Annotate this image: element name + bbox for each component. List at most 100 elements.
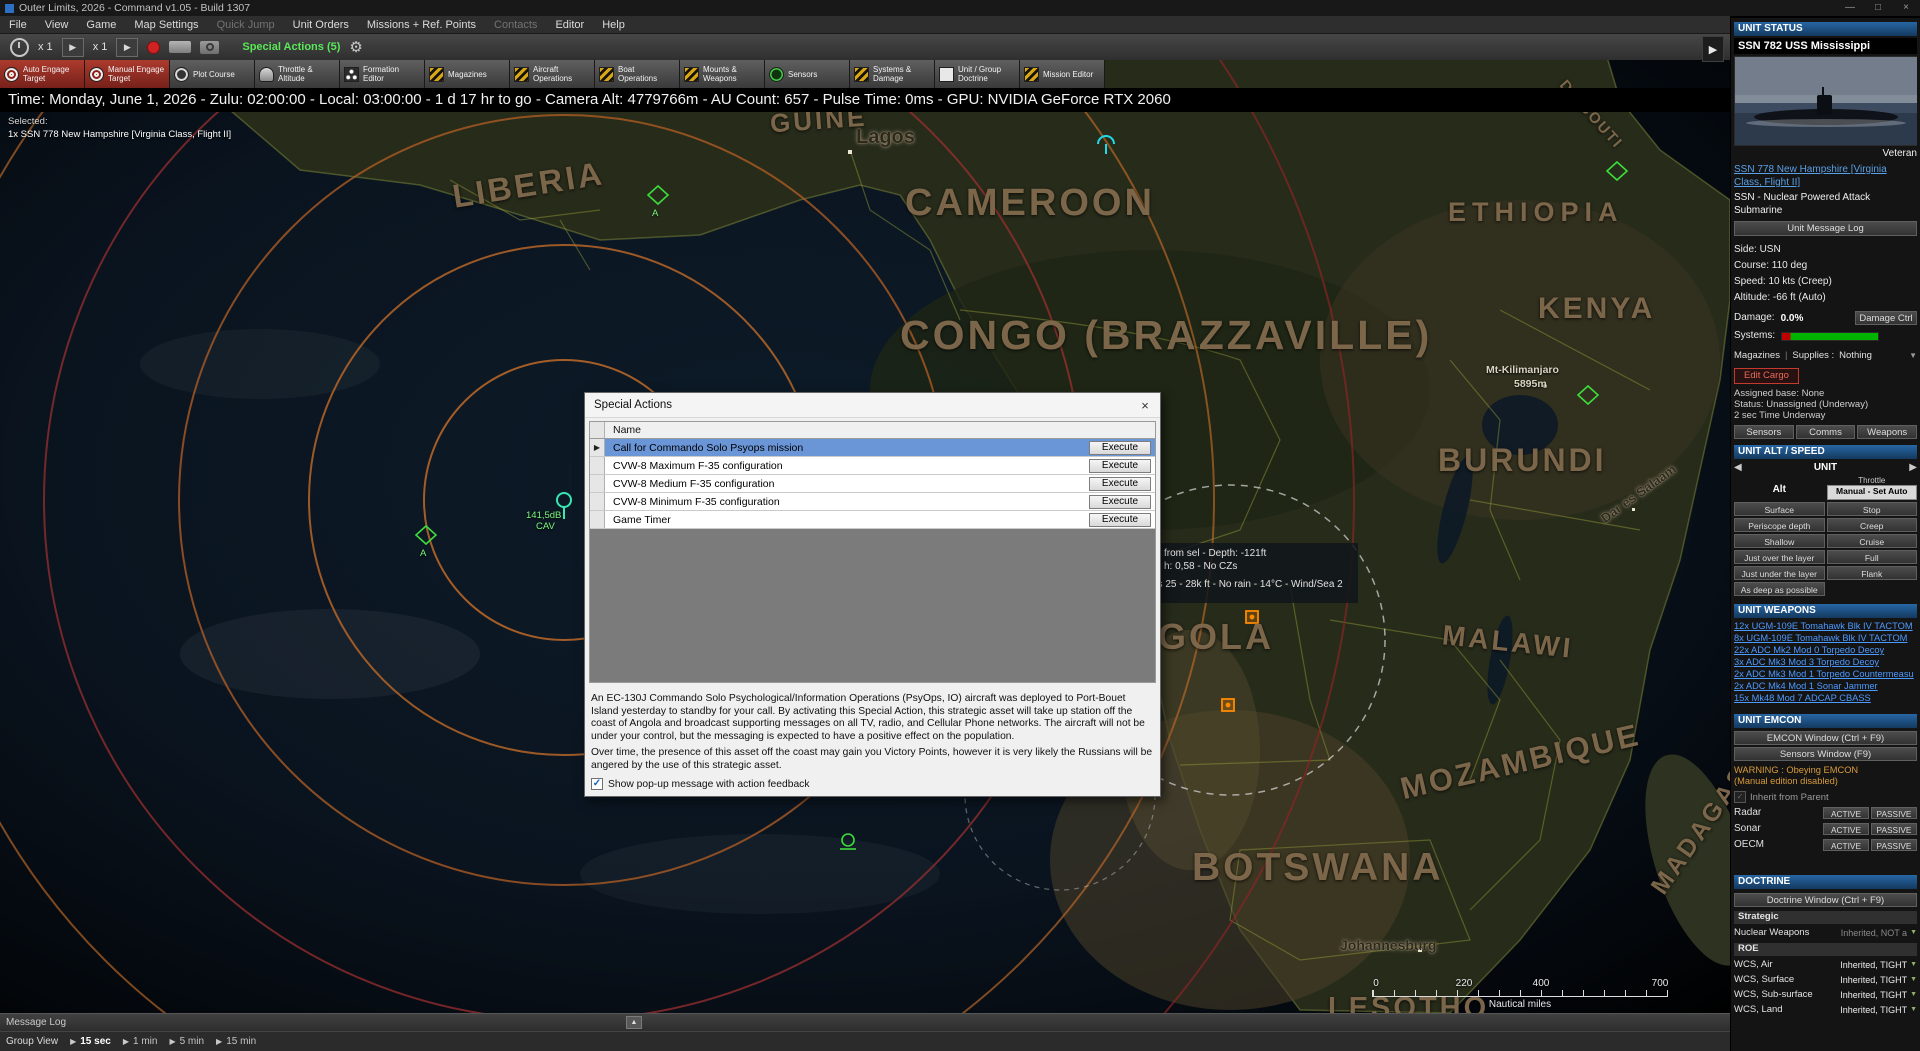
alt-button-surface[interactable]: Surface xyxy=(1734,502,1825,516)
manual-set-auto-button[interactable]: Manual - Set Auto xyxy=(1827,485,1918,500)
inherit-checkbox[interactable]: ✓ xyxy=(1734,791,1746,803)
expand-log-button[interactable]: ▲ xyxy=(626,1016,642,1029)
sonar-active-button[interactable]: ACTIVE xyxy=(1823,823,1869,835)
vehicle-icon[interactable] xyxy=(169,41,191,53)
alt-button-shallow[interactable]: Shallow xyxy=(1734,534,1825,548)
dialog-title-bar[interactable]: Special Actions × xyxy=(585,393,1160,418)
play-button[interactable]: ▶ xyxy=(62,38,84,57)
special-action-row[interactable]: CVW-8 Medium F-35 configuration Execute xyxy=(590,475,1155,493)
nuclear-weapons-row[interactable]: Nuclear Weapons Inherited, NOT a ▼ xyxy=(1734,926,1917,939)
special-action-row[interactable]: Game Timer Execute xyxy=(590,511,1155,529)
alt-button-just-over-layer[interactable]: Just over the layer xyxy=(1734,550,1825,564)
special-action-row[interactable]: CVW-8 Maximum F-35 configuration Execute xyxy=(590,457,1155,475)
wcs-land-row[interactable]: WCS, Land Inherited, TIGHT ▼ xyxy=(1734,1003,1917,1016)
doctrine-window-button[interactable]: Doctrine Window (Ctrl + F9) xyxy=(1734,893,1917,907)
sensors-button[interactable]: Sensors xyxy=(1734,425,1794,439)
time-step-5min[interactable]: ▶ 5 min xyxy=(169,1036,204,1047)
throttle-button-stop[interactable]: Stop xyxy=(1827,502,1918,516)
time-compression-left[interactable]: x 1 xyxy=(38,41,53,53)
gear-icon[interactable]: ⚙ xyxy=(349,40,362,55)
unit-message-log-button[interactable]: Unit Message Log xyxy=(1734,221,1917,236)
weapon-link[interactable]: 3x ADC Mk3 Mod 3 Torpedo Decoy xyxy=(1734,656,1917,668)
menu-file[interactable]: File xyxy=(0,16,36,34)
menu-map-settings[interactable]: Map Settings xyxy=(125,16,207,34)
emcon-window-button[interactable]: EMCON Window (Ctrl + F9) xyxy=(1734,731,1917,745)
radar-passive-button[interactable]: PASSIVE xyxy=(1871,807,1917,819)
name-column-header[interactable]: Name xyxy=(605,422,1155,438)
execute-button[interactable]: Execute xyxy=(1089,495,1151,509)
alt-button-just-under-layer[interactable]: Just under the layer xyxy=(1734,566,1825,580)
execute-button[interactable]: Execute xyxy=(1089,459,1151,473)
feedback-checkbox-row[interactable]: ✓ Show pop-up message with action feedba… xyxy=(591,778,809,790)
message-log-bar[interactable]: Message Log ▲ xyxy=(0,1013,1730,1031)
oecm-passive-button[interactable]: PASSIVE xyxy=(1871,839,1917,851)
tab-boat-operations[interactable]: Boat Operations xyxy=(595,60,680,88)
weapons-button[interactable]: Weapons xyxy=(1857,425,1917,439)
feedback-checkbox[interactable]: ✓ xyxy=(591,778,603,790)
chevron-down-icon[interactable]: ▼ xyxy=(1910,976,1917,983)
tab-aircraft-operations[interactable]: Aircraft Operations xyxy=(510,60,595,88)
damage-ctrl-button[interactable]: Damage Ctrl xyxy=(1855,311,1917,325)
chevron-down-icon[interactable]: ▼ xyxy=(1910,961,1917,968)
tab-auto-engage-target[interactable]: Auto Engage Target xyxy=(0,60,85,88)
time-step-15sec[interactable]: ▶ 15 sec xyxy=(70,1036,111,1047)
throttle-button-flank[interactable]: Flank xyxy=(1827,566,1918,580)
sonar-passive-button[interactable]: PASSIVE xyxy=(1871,823,1917,835)
wcs-surface-row[interactable]: WCS, Surface Inherited, TIGHT ▼ xyxy=(1734,973,1917,986)
special-action-row[interactable]: ▶ Call for Commando Solo Psyops mission … xyxy=(590,439,1155,457)
alt-button-as-deep-as-possible[interactable]: As deep as possible xyxy=(1734,582,1825,596)
chevron-right-icon[interactable]: ▶ xyxy=(1909,462,1917,473)
time-step-15min[interactable]: ▶ 15 min xyxy=(216,1036,256,1047)
menu-editor[interactable]: Editor xyxy=(546,16,593,34)
inherit-from-parent-row[interactable]: ✓ Inherit from Parent xyxy=(1734,791,1917,803)
close-icon[interactable]: × xyxy=(1130,398,1160,413)
tab-formation-editor[interactable]: Formation Editor xyxy=(340,60,425,88)
menu-view[interactable]: View xyxy=(36,16,78,34)
menu-missions-ref-points[interactable]: Missions + Ref. Points xyxy=(358,16,485,34)
tab-unit-group-doctrine[interactable]: Unit / Group Doctrine xyxy=(935,60,1020,88)
wcs-subsurface-row[interactable]: WCS, Sub-surface Inherited, TIGHT ▼ xyxy=(1734,988,1917,1001)
weapon-link[interactable]: 2x ADC Mk3 Mod 1 Torpedo Countermeasu xyxy=(1734,668,1917,680)
step-play-button[interactable]: ▶ xyxy=(116,38,138,57)
time-step-1min[interactable]: ▶ 1 min xyxy=(123,1036,158,1047)
comms-button[interactable]: Comms xyxy=(1796,425,1856,439)
throttle-button-creep[interactable]: Creep xyxy=(1827,518,1918,532)
maximize-icon[interactable]: □ xyxy=(1864,0,1892,16)
chevron-left-icon[interactable]: ◀ xyxy=(1734,462,1742,473)
menu-game[interactable]: Game xyxy=(77,16,125,34)
chevron-down-icon[interactable]: ▼ xyxy=(1909,351,1917,360)
weapon-link[interactable]: 2x ADC Mk4 Mod 1 Sonar Jammer xyxy=(1734,680,1917,692)
unit-class-link[interactable]: SSN 778 New Hampshire [Virginia Class, F… xyxy=(1734,163,1917,189)
tab-manual-engage-target[interactable]: Manual Engage Target xyxy=(85,60,170,88)
minimize-icon[interactable]: — xyxy=(1836,0,1864,16)
tab-mission-editor[interactable]: Mission Editor xyxy=(1020,60,1105,88)
weapon-link[interactable]: 22x ADC Mk2 Mod 0 Torpedo Decoy xyxy=(1734,644,1917,656)
alt-button-periscope[interactable]: Periscope depth xyxy=(1734,518,1825,532)
execute-button[interactable]: Execute xyxy=(1089,441,1151,455)
group-view-button[interactable]: Group View xyxy=(6,1036,58,1047)
weapon-link[interactable]: 15x Mk48 Mod 7 ADCAP CBASS xyxy=(1734,692,1917,704)
magazines-label[interactable]: Magazines xyxy=(1734,350,1780,361)
record-icon[interactable] xyxy=(147,41,160,54)
close-icon[interactable]: × xyxy=(1892,0,1920,16)
radar-active-button[interactable]: ACTIVE xyxy=(1823,807,1869,819)
chevron-down-icon[interactable]: ▼ xyxy=(1910,1006,1917,1013)
execute-button[interactable]: Execute xyxy=(1089,477,1151,491)
tab-magazines[interactable]: Magazines xyxy=(425,60,510,88)
sidebar-collapse-button[interactable]: ▶ xyxy=(1702,36,1724,62)
game-clock-icon[interactable] xyxy=(10,38,29,57)
oecm-active-button[interactable]: ACTIVE xyxy=(1823,839,1869,851)
camera-icon[interactable] xyxy=(200,41,219,54)
execute-button[interactable]: Execute xyxy=(1089,513,1151,527)
tab-mounts-weapons[interactable]: Mounts & Weapons xyxy=(680,60,765,88)
menu-unit-orders[interactable]: Unit Orders xyxy=(284,16,358,34)
tab-systems-damage[interactable]: Systems & Damage xyxy=(850,60,935,88)
tab-plot-course[interactable]: Plot Course xyxy=(170,60,255,88)
magazines-supplies-row[interactable]: Magazines | Supplies : Nothing ▼ xyxy=(1734,348,1917,362)
weapon-link[interactable]: 12x UGM-109E Tomahawk Blk IV TACTOM xyxy=(1734,620,1917,632)
special-actions-button[interactable]: Special Actions (5) xyxy=(242,41,340,53)
chevron-down-icon[interactable]: ▼ xyxy=(1910,991,1917,998)
time-compression-right[interactable]: x 1 xyxy=(93,41,108,53)
edit-cargo-button[interactable]: Edit Cargo xyxy=(1734,368,1799,384)
weapon-link[interactable]: 8x UGM-109E Tomahawk Blk IV TACTOM xyxy=(1734,632,1917,644)
